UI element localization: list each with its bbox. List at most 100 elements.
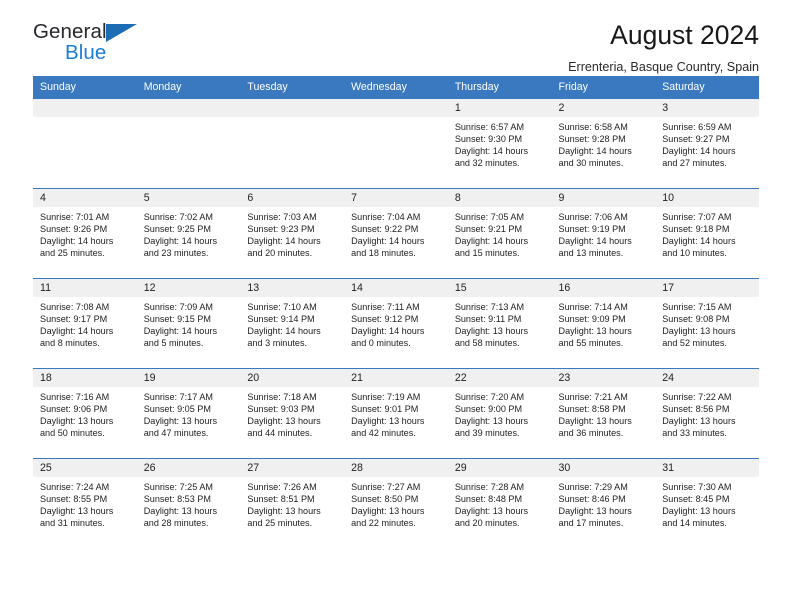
calendar-day-cell[interactable]: 25 Sunrise: 7:24 AM Sunset: 8:55 PM Dayligh… [33, 458, 137, 549]
daylight-text-line1: Daylight: 13 hours [351, 416, 425, 427]
weekday-header-monday: Monday [136, 76, 241, 99]
calendar-day-cell[interactable]: 9 Sunrise: 7:06 AM Sunset: 9:19 PM Daylight… [551, 188, 656, 279]
calendar-day-cell[interactable]: 19 Sunrise: 7:17 AM Sunset: 9:05 PM Dayligh… [136, 368, 241, 459]
sunset-text: Sunset: 9:17 PM [40, 314, 108, 325]
weekday-header-thursday: Thursday [447, 76, 552, 99]
daylight-text-line1: Daylight: 13 hours [558, 326, 632, 337]
weekday-header-wednesday: Wednesday [344, 76, 448, 99]
calendar-day-cell[interactable]: 12 Sunrise: 7:09 AM Sunset: 9:15 PM Dayligh… [136, 278, 241, 369]
sunrise-text: Sunrise: 7:28 AM [454, 482, 525, 492]
day-number: 2 [551, 99, 656, 117]
calendar-day-cell[interactable]: 22 Sunrise: 7:20 AM Sunset: 9:00 PM Dayligh… [447, 368, 552, 459]
general-blue-logo[interactable]: General Blue [33, 21, 148, 70]
daylight-text-line1: Daylight: 14 hours [247, 236, 321, 247]
day-number: 6 [240, 189, 345, 207]
day-number: 23 [551, 369, 656, 387]
day-number: 17 [655, 279, 759, 297]
day-number: 16 [551, 279, 656, 297]
calendar-day-cell[interactable]: 11 Sunrise: 7:08 AM Sunset: 9:17 PM Dayligh… [33, 278, 137, 369]
calendar-day-cell[interactable]: 6 Sunrise: 7:03 AM Sunset: 9:23 PM Daylight… [240, 188, 345, 279]
daylight-text-line2: and 36 minutes. [558, 428, 624, 439]
daylight-text-line2: and 39 minutes. [454, 428, 520, 439]
daylight-text-line2: and 28 minutes. [143, 518, 209, 529]
daylight-text-line1: Daylight: 14 hours [143, 236, 217, 247]
sunset-text: Sunset: 9:27 PM [662, 134, 730, 145]
calendar-day-cell[interactable]: 4 Sunrise: 7:01 AM Sunset: 9:26 PM Daylight… [33, 188, 137, 279]
daylight-text-line1: Daylight: 13 hours [143, 506, 217, 517]
sunset-text: Sunset: 9:30 PM [454, 134, 523, 145]
sunset-text: Sunset: 9:22 PM [351, 224, 419, 235]
daylight-text-line1: Daylight: 14 hours [662, 146, 736, 157]
calendar-page: General Blue August 2024 Errenteria, Bas… [0, 0, 792, 612]
calendar-day-cell[interactable]: 10 Sunrise: 7:07 AM Sunset: 9:18 PM Dayligh… [655, 188, 759, 279]
weekday-header-row: Sunday Monday Tuesday Wednesday Thursday… [33, 76, 759, 99]
calendar-day-cell[interactable]: 21 Sunrise: 7:19 AM Sunset: 9:01 PM Dayligh… [344, 368, 448, 459]
sunset-text: Sunset: 9:05 PM [143, 404, 211, 415]
calendar-week-row: 11 Sunrise: 7:08 AM Sunset: 9:17 PM Dayligh… [33, 278, 759, 369]
daylight-text-line1: Daylight: 13 hours [143, 416, 217, 427]
day-details: Sunrise: 7:07 AM Sunset: 9:18 PM Daylight:… [655, 207, 759, 260]
daylight-text-line2: and 18 minutes. [351, 248, 416, 259]
title-block: August 2024 Errenteria, Basque Country, … [568, 20, 759, 75]
sunrise-text: Sunrise: 6:59 AM [662, 122, 732, 132]
sunrise-text: Sunrise: 7:26 AM [247, 482, 317, 492]
location-subtitle: Errenteria, Basque Country, Spain [568, 59, 759, 74]
daylight-text-line1: Daylight: 14 hours [351, 326, 425, 337]
calendar-day-cell[interactable]: 14 Sunrise: 7:11 AM Sunset: 9:12 PM Dayligh… [344, 278, 448, 369]
day-details: Sunrise: 7:01 AM Sunset: 9:26 PM Daylight:… [33, 207, 137, 260]
daylight-text-line2: and 52 minutes. [662, 338, 727, 349]
calendar-day-cell[interactable]: 7 Sunrise: 7:04 AM Sunset: 9:22 PM Daylight… [344, 188, 448, 279]
calendar-day-cell[interactable]: 30 Sunrise: 7:29 AM Sunset: 8:46 PM Dayligh… [551, 458, 656, 549]
sunset-text: Sunset: 9:03 PM [247, 404, 315, 415]
day-details: Sunrise: 7:30 AM Sunset: 8:45 PM Daylight:… [655, 477, 759, 530]
calendar-day-cell[interactable]: 16 Sunrise: 7:14 AM Sunset: 9:09 PM Dayligh… [551, 278, 656, 369]
day-number: 9 [551, 189, 656, 207]
calendar-day-cell[interactable]: 28 Sunrise: 7:27 AM Sunset: 8:50 PM Dayligh… [344, 458, 448, 549]
calendar-day-cell[interactable]: 1 Sunrise: 6:57 AM Sunset: 9:30 PM Daylight… [447, 98, 552, 189]
calendar-day-cell[interactable]: 13 Sunrise: 7:10 AM Sunset: 9:14 PM Dayligh… [240, 278, 345, 369]
daylight-text-line2: and 31 minutes. [40, 518, 105, 529]
day-details: Sunrise: 7:17 AM Sunset: 9:05 PM Daylight:… [137, 387, 241, 440]
calendar-day-cell[interactable]: 27 Sunrise: 7:26 AM Sunset: 8:51 PM Dayligh… [240, 458, 345, 549]
page-header: General Blue August 2024 Errenteria, Bas… [33, 0, 759, 76]
daylight-text-line2: and 0 minutes. [351, 338, 411, 349]
daylight-text-line2: and 13 minutes. [558, 248, 624, 259]
sunrise-text: Sunrise: 7:10 AM [247, 302, 317, 312]
sunrise-text: Sunrise: 7:05 AM [454, 212, 525, 222]
sunset-text: Sunset: 9:26 PM [40, 224, 108, 235]
daylight-text-line1: Daylight: 14 hours [40, 236, 114, 247]
daylight-text-line1: Daylight: 13 hours [351, 506, 425, 517]
calendar-day-cell[interactable]: 15 Sunrise: 7:13 AM Sunset: 9:11 PM Dayligh… [447, 278, 552, 369]
calendar-day-cell[interactable]: 5 Sunrise: 7:02 AM Sunset: 9:25 PM Daylight… [136, 188, 241, 279]
calendar-day-cell[interactable]: 29 Sunrise: 7:28 AM Sunset: 8:48 PM Dayligh… [447, 458, 552, 549]
day-details: Sunrise: 7:09 AM Sunset: 9:15 PM Daylight:… [137, 297, 241, 350]
calendar-day-cell[interactable]: 23 Sunrise: 7:21 AM Sunset: 8:58 PM Dayligh… [551, 368, 656, 459]
sunrise-text: Sunrise: 7:22 AM [662, 392, 732, 402]
calendar-day-cell[interactable]: 24 Sunrise: 7:22 AM Sunset: 8:56 PM Dayligh… [655, 368, 759, 459]
calendar-day-cell-empty [344, 98, 448, 189]
calendar-day-cell[interactable]: 8 Sunrise: 7:05 AM Sunset: 9:21 PM Daylight… [447, 188, 552, 279]
calendar-day-cell[interactable]: 26 Sunrise: 7:25 AM Sunset: 8:53 PM Dayligh… [136, 458, 241, 549]
calendar-day-cell[interactable]: 18 Sunrise: 7:16 AM Sunset: 9:06 PM Dayligh… [33, 368, 137, 459]
day-details: Sunrise: 7:18 AM Sunset: 9:03 PM Daylight:… [240, 387, 344, 440]
day-number: 1 [447, 99, 552, 117]
daylight-text-line1: Daylight: 13 hours [40, 416, 114, 427]
calendar-day-cell[interactable]: 2 Sunrise: 6:58 AM Sunset: 9:28 PM Daylight… [551, 98, 656, 189]
sunrise-text: Sunrise: 7:16 AM [40, 392, 110, 402]
sunset-text: Sunset: 9:01 PM [351, 404, 419, 415]
calendar-day-cell[interactable]: 31 Sunrise: 7:30 AM Sunset: 8:45 PM Dayligh… [655, 458, 759, 549]
sunset-text: Sunset: 9:15 PM [143, 314, 211, 325]
sunrise-text: Sunrise: 7:01 AM [40, 212, 110, 222]
day-details: Sunrise: 7:11 AM Sunset: 9:12 PM Daylight:… [344, 297, 448, 350]
daylight-text-line1: Daylight: 14 hours [558, 146, 632, 157]
calendar-day-cell[interactable]: 20 Sunrise: 7:18 AM Sunset: 9:03 PM Dayligh… [240, 368, 345, 459]
sunset-text: Sunset: 8:55 PM [40, 494, 108, 505]
sunrise-text: Sunrise: 7:18 AM [247, 392, 317, 402]
calendar-day-cell[interactable]: 17 Sunrise: 7:15 AM Sunset: 9:08 PM Dayligh… [655, 278, 759, 369]
daylight-text-line1: Daylight: 13 hours [662, 416, 736, 427]
page-title: August 2024 [610, 20, 759, 50]
daylight-text-line2: and 27 minutes. [662, 158, 727, 169]
sunrise-text: Sunrise: 7:20 AM [454, 392, 525, 402]
daylight-text-line2: and 22 minutes. [351, 518, 416, 529]
calendar-day-cell[interactable]: 3 Sunrise: 6:59 AM Sunset: 9:27 PM Daylight… [655, 98, 759, 189]
